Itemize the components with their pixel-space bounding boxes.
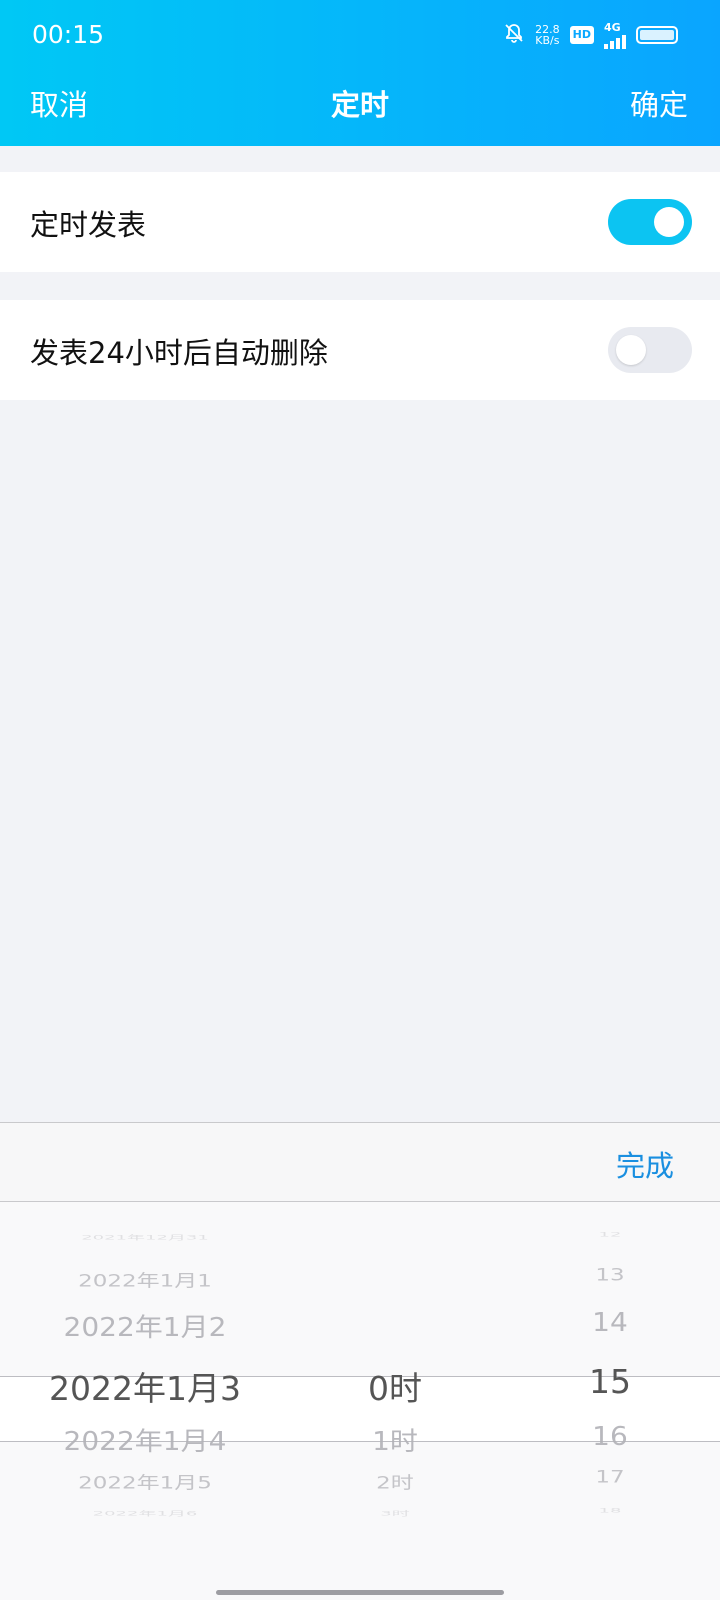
scheduled-publish-toggle[interactable] (608, 199, 692, 245)
picker-toolbar: 完成 (0, 1122, 720, 1202)
date-time-picker: 2021年12月31 2022年1月1 2022年1月2 2022年1月3 20… (0, 1202, 720, 1600)
date-column[interactable]: 2021年12月31 2022年1月1 2022年1月2 2022年1月3 20… (0, 1202, 290, 1600)
confirm-button[interactable]: 确定 (630, 82, 688, 124)
hour-option-selected[interactable]: 0时 (290, 1362, 500, 1410)
date-option[interactable]: 2022年1月2 (0, 1308, 290, 1345)
hour-column[interactable]: 0时 1时 2时 3时 (290, 1202, 500, 1600)
battery-icon (636, 26, 678, 44)
minute-option[interactable]: 14 (500, 1307, 720, 1337)
scheduled-publish-label: 定时发表 (30, 208, 147, 242)
date-option[interactable]: 2022年1月4 (0, 1422, 290, 1459)
toggle-knob (616, 335, 646, 365)
hour-option[interactable]: 2时 (290, 1468, 500, 1494)
home-indicator[interactable] (216, 1590, 504, 1595)
minute-option[interactable]: 17 (500, 1467, 720, 1487)
minute-option-selected[interactable]: 15 (500, 1362, 720, 1401)
done-button[interactable]: 完成 (616, 1143, 674, 1185)
mute-bell-icon (503, 22, 525, 48)
date-option[interactable]: 2022年1月6 (0, 1508, 290, 1517)
date-option[interactable]: 2021年12月31 (0, 1232, 290, 1241)
minute-option[interactable]: 13 (500, 1265, 720, 1285)
date-option-selected[interactable]: 2022年1月3 (0, 1362, 290, 1410)
hour-option[interactable]: 1时 (290, 1422, 500, 1459)
date-option[interactable]: 2022年1月1 (0, 1266, 290, 1292)
speed-unit: KB/s (535, 34, 560, 47)
auto-delete-label: 发表24小时后自动删除 (30, 336, 328, 370)
minute-option[interactable]: 12 (500, 1231, 720, 1238)
hd-icon: HD (569, 26, 594, 44)
signal-bars (604, 33, 626, 49)
minute-option[interactable]: 18 (500, 1507, 720, 1514)
scheduled-publish-row: 定时发表 (0, 172, 720, 272)
status-icons: 22.8 KB/s HD 4G (503, 20, 678, 50)
auto-delete-toggle[interactable] (608, 327, 692, 373)
status-time: 00:15 (32, 20, 105, 49)
minute-option[interactable]: 16 (500, 1421, 720, 1451)
page-title: 定时 (330, 88, 389, 122)
toggle-knob (654, 207, 684, 237)
signal-icon: 4G (604, 22, 626, 49)
auto-delete-row: 发表24小时后自动删除 (0, 300, 720, 400)
network-type: 4G (604, 20, 621, 34)
minute-column[interactable]: 12 13 14 15 16 17 18 (500, 1202, 720, 1600)
date-option[interactable]: 2022年1月5 (0, 1468, 290, 1494)
hour-option[interactable]: 3时 (290, 1508, 500, 1517)
network-speed: 22.8 KB/s (535, 24, 560, 46)
header-bar: 00:15 22.8 KB/s HD 4G 取消 定时 确定 (0, 0, 720, 146)
